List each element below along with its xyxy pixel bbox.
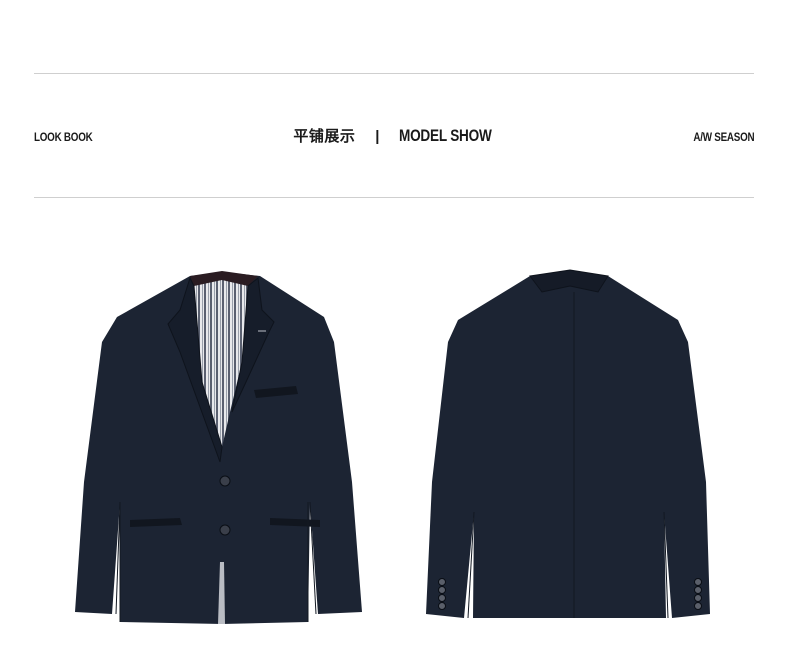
bottom-divider [34,197,754,198]
section-title: 平铺展示 | MODEL SHOW [0,127,790,146]
top-divider [34,73,754,74]
jacket-front-image [72,262,372,628]
season-label: A/W SEASON [693,130,754,144]
title-english: MODEL SHOW [398,126,492,145]
title-chinese: 平铺展示 [293,128,356,145]
jacket-back-image [418,262,718,628]
title-separator: | [375,128,380,145]
